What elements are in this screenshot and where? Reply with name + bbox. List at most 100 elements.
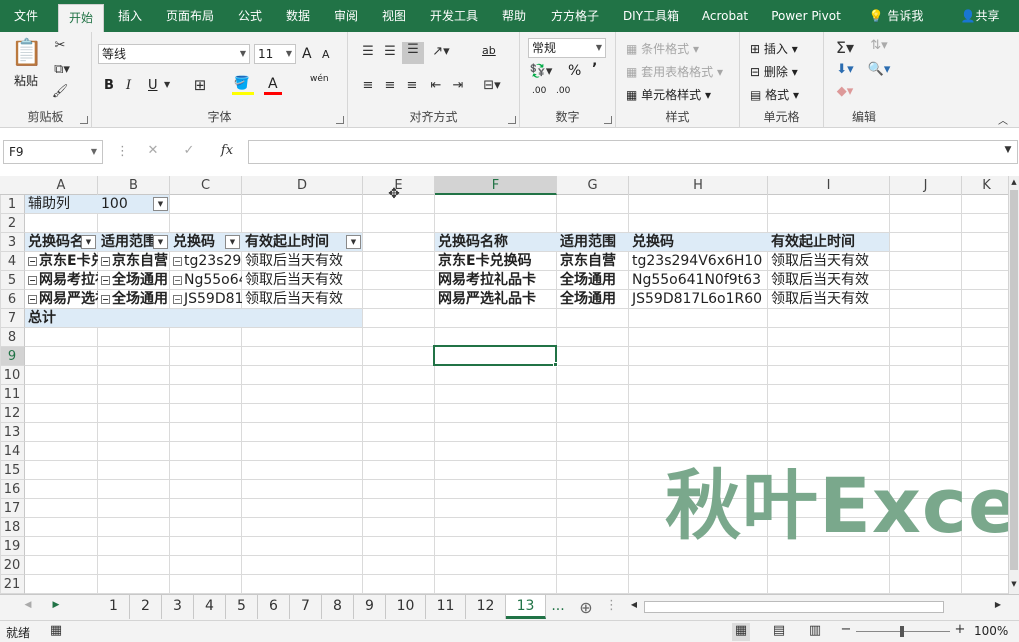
horizontal-scroll-thumb[interactable] [644,601,944,613]
row-header-21[interactable]: 21 [0,575,25,594]
table-cell[interactable]: 全场通用 [557,271,629,290]
shrink-font-button[interactable]: A [322,48,330,61]
align-right-icon[interactable]: ≡ [402,78,422,93]
pivot-header-1[interactable]: 兑换码名称 [25,233,81,252]
share-button[interactable]: 👤共享 [950,0,1010,32]
row-header-14[interactable]: 14 [0,442,25,461]
row-header-4[interactable]: 4 [0,252,25,271]
more-sheets-button[interactable]: ... [545,595,571,619]
borders-icon[interactable]: ⊞ [188,76,212,94]
fill-icon[interactable]: ⬇▾ [832,62,858,77]
row-header-7[interactable]: 7 [0,309,25,328]
sheet-tab-8[interactable]: 8 [322,595,354,619]
percent-button[interactable]: % [568,63,581,79]
enter-icon[interactable]: ✓ [180,143,198,158]
sheet-tab-1[interactable]: 1 [98,595,130,619]
sheet-tab-3[interactable]: 3 [162,595,194,619]
zoom-level[interactable]: 100% [974,624,1008,638]
horizontal-scrollbar[interactable]: ◀ ▶ [628,599,1006,615]
row-header-19[interactable]: 19 [0,537,25,556]
tab-splitter-icon[interactable]: ⋮ [605,598,618,613]
scroll-up-icon[interactable]: ▲ [1009,178,1019,186]
pivot-cell[interactable]: −tg23s294V6x6H10 [170,252,242,271]
sheet-tab-2[interactable]: 2 [130,595,162,619]
fill-handle[interactable] [553,362,558,367]
cut-icon[interactable]: ✂ [50,38,70,53]
wrap-text-button[interactable]: ab [482,44,496,57]
page-layout-view-icon[interactable]: ▤ [770,623,788,638]
pivot-header-3[interactable]: 兑换码 [170,233,225,252]
grow-font-button[interactable]: A [302,46,312,62]
row-header-13[interactable]: 13 [0,423,25,442]
collapse-icon[interactable]: − [28,257,37,266]
prev-sheet-icon[interactable]: ◀ [22,600,34,610]
sheet-tab-11[interactable]: 11 [426,595,466,619]
row-header-3[interactable]: 3 [0,233,25,252]
underline-button[interactable]: U [148,78,158,93]
copy-icon[interactable]: ⧉▾ [50,62,74,77]
menu-acrobat[interactable]: Acrobat [696,0,754,32]
row-header-1[interactable]: 1 [0,195,25,214]
expand-formula-icon[interactable]: ▼ [1003,145,1013,155]
menu-formulas[interactable]: 公式 [230,0,270,32]
paste-icon[interactable]: 📋 [10,38,44,68]
sheet-tab-12[interactable]: 12 [466,595,506,619]
sheet-tab-13[interactable]: 13 [506,595,546,619]
menu-file[interactable]: 文件 [4,0,48,32]
table-cell[interactable]: 京东E卡兑换码 [435,252,557,271]
format-as-table-button[interactable]: ▦ 套用表格格式 ▾ [626,63,723,80]
format-button[interactable]: ▤ 格式 ▾ [750,86,799,103]
filter-applied-icon[interactable]: ▼ [153,197,168,211]
menu-power-pivot[interactable]: Power Pivot [764,0,848,32]
menu-home[interactable]: 开始 [58,4,104,32]
row-header-20[interactable]: 20 [0,556,25,575]
insert-function-button[interactable]: fx [216,143,238,158]
pivot-filter-value[interactable]: 100 [98,195,153,214]
macro-record-icon[interactable]: ▦ [48,623,64,638]
zoom-in-icon[interactable]: + [954,622,966,637]
pivot-cell[interactable]: −Ng55o641N0f9t63 [170,271,242,290]
formula-input[interactable]: ▼ [248,140,1018,164]
phonetic-button[interactable]: wén [310,74,329,84]
menu-review[interactable]: 审阅 [326,0,366,32]
pivot-total-label[interactable]: 总计 [25,309,98,328]
pivot-cell[interactable]: 领取后当天有效 [242,290,363,309]
pivot-cell[interactable]: 领取后当天有效 [242,252,363,271]
pivot-cell[interactable]: −京东E卡兑换码 [25,252,98,271]
sort-filter-icon[interactable]: ⇅▾ [866,38,892,53]
menu-diy-toolbox[interactable]: DIY工具箱 [616,0,686,32]
table-header-2[interactable]: 适用范围 [557,233,629,252]
merge-center-icon[interactable]: ⊟▾ [478,78,506,93]
add-sheet-icon[interactable]: ⊕ [576,598,596,617]
table-cell[interactable]: 网易严选礼品卡 [435,290,557,309]
collapse-icon[interactable]: − [101,257,110,266]
format-painter-icon[interactable]: 🖌 [50,84,70,99]
row-header-10[interactable]: 10 [0,366,25,385]
column-header-a[interactable]: A [25,176,98,195]
table-cell[interactable]: 京东自营 [557,252,629,271]
fill-color-icon[interactable]: 🪣 [230,76,254,91]
filter-dropdown-icon[interactable]: ▼ [346,235,361,249]
filter-dropdown-icon[interactable]: ▼ [81,235,96,249]
cancel-icon[interactable]: ✕ [144,143,162,158]
normal-view-icon[interactable]: ▦ [732,623,750,641]
page-break-view-icon[interactable]: ▥ [806,623,824,638]
increase-indent-icon[interactable]: ⇥ [448,78,468,93]
pivot-cell[interactable]: −网易考拉礼品卡 [25,271,98,290]
orientation-icon[interactable]: ↗▾ [428,44,454,59]
table-cell[interactable]: 网易考拉礼品卡 [435,271,557,290]
decrease-indent-icon[interactable]: ⇤ [426,78,446,93]
column-header-k[interactable]: K [962,176,1008,195]
align-left-icon[interactable]: ≡ [358,78,378,93]
increase-decimal-button[interactable]: .00 [532,86,546,96]
scroll-down-icon[interactable]: ▼ [1009,580,1019,588]
sheet-tab-7[interactable]: 7 [290,595,322,619]
pivot-filter-label[interactable]: 辅助列 [25,195,98,214]
cell-styles-button[interactable]: ▦ 单元格样式 ▾ [626,86,711,103]
delete-button[interactable]: ⊟ 删除 ▾ [750,63,798,80]
column-header-f[interactable]: F [435,176,557,195]
filter-dropdown-icon[interactable]: ▼ [153,235,168,249]
column-header-j[interactable]: J [890,176,962,195]
sheet-tab-6[interactable]: 6 [258,595,290,619]
collapse-icon[interactable]: − [28,295,37,304]
